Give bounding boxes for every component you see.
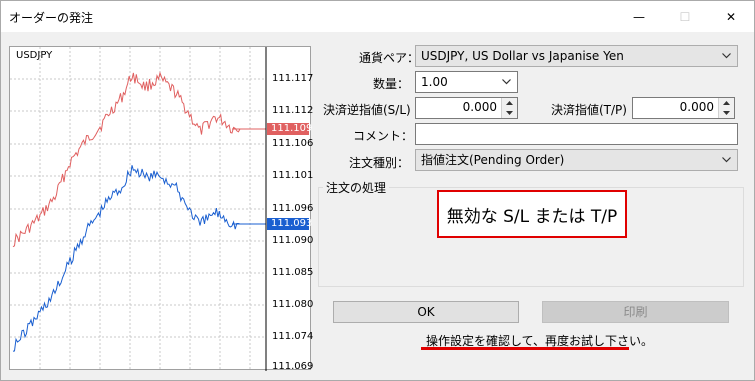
volume-select-value: 1.00: [421, 75, 448, 89]
volume-select[interactable]: 1.00: [415, 71, 518, 93]
bid-price-line: [12, 165, 241, 352]
y-tick-label: 111.101: [272, 170, 314, 181]
ask-price-badge: 111.109: [267, 123, 312, 135]
chart-plot: [10, 47, 267, 371]
order-type-label: 注文種別：: [349, 156, 410, 170]
spin-up-icon[interactable]: [719, 98, 734, 108]
maximize-button: ☐: [679, 9, 691, 24]
y-tick-label: 111.096: [272, 203, 314, 214]
title-bar: オーダーの発注 — ☐ ✕: [1, 1, 754, 32]
order-type-select-value: 指値注文(Pending Order): [421, 153, 565, 167]
chevron-down-icon: [499, 72, 513, 92]
group-title: 注文の処理: [323, 179, 390, 196]
spin-down-icon[interactable]: [719, 108, 734, 118]
take-profit-value: 0.000: [679, 100, 714, 114]
ok-button[interactable]: OK: [333, 301, 519, 323]
symbol-select-value: USDJPY, US Dollar vs Japanise Yen: [421, 49, 624, 63]
order-type-select[interactable]: 指値注文(Pending Order): [415, 149, 738, 171]
window-title: オーダーの発注: [9, 11, 94, 25]
y-tick-label: 111.106: [272, 138, 314, 149]
bid-price-badge: 111.093: [267, 218, 312, 230]
ask-price-line: [12, 71, 241, 248]
order-dialog: オーダーの発注 — ☐ ✕ USDJPY 111.117 111.112 111…: [0, 0, 755, 381]
take-profit-label: 決済指値(T/P): [551, 103, 627, 117]
y-tick-label: 111.080: [272, 299, 314, 310]
error-message: 無効な S/L または T/P: [446, 206, 618, 227]
chevron-down-icon: [719, 46, 733, 66]
spin-up-icon[interactable]: [502, 98, 517, 108]
stop-loss-value: 0.000: [462, 100, 497, 114]
tick-chart: USDJPY 111.117 111.112 111.106 111.101 1…: [9, 46, 314, 372]
stop-loss-label: 決済逆指値(S/L): [323, 103, 411, 117]
comment-input[interactable]: [415, 123, 738, 145]
y-tick-label: 111.117: [272, 73, 314, 84]
volume-label: 数量：: [373, 77, 410, 91]
comment-label: コメント：: [353, 129, 414, 143]
stop-loss-spinner[interactable]: 0.000: [415, 97, 518, 119]
y-tick-label: 111.090: [272, 235, 314, 246]
y-tick-label: 111.112: [272, 105, 314, 116]
y-tick-label: 111.085: [272, 267, 314, 278]
print-button: 印刷: [542, 301, 729, 323]
symbol-select[interactable]: USDJPY, US Dollar vs Japanise Yen: [415, 45, 738, 67]
minimize-button[interactable]: —: [616, 1, 662, 32]
y-tick-label: 111.069: [272, 361, 314, 372]
take-profit-spinner[interactable]: 0.000: [632, 97, 735, 119]
y-tick-label: 111.074: [272, 331, 314, 342]
symbol-label: 通貨ペア：: [359, 51, 420, 65]
error-message-box: 無効な S/L または T/P: [437, 190, 627, 238]
chevron-down-icon: [719, 150, 733, 170]
spin-down-icon[interactable]: [502, 108, 517, 118]
close-button[interactable]: ✕: [708, 1, 754, 32]
message-underline: [421, 347, 629, 350]
